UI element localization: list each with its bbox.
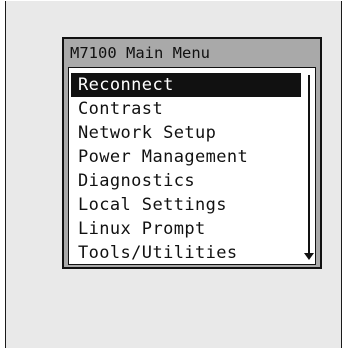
menu-list: Reconnect Contrast Network Setup Power M… [69, 73, 301, 265]
scrollbar-track [308, 75, 310, 254]
menu-item-network-setup[interactable]: Network Setup [69, 121, 301, 145]
menu-scrollbar[interactable] [304, 75, 314, 260]
menu-item-tools-utilities[interactable]: Tools/Utilities [69, 241, 301, 265]
down-arrow-icon[interactable] [304, 253, 314, 260]
menu-item-local-settings[interactable]: Local Settings [69, 193, 301, 217]
device-screen: M7100 Main Menu Reconnect Contrast Netwo… [5, 1, 342, 348]
menu-item-diagnostics[interactable]: Diagnostics [69, 169, 301, 193]
menu-item-contrast[interactable]: Contrast [69, 97, 301, 121]
menu-panel: Reconnect Contrast Network Setup Power M… [68, 67, 316, 265]
menu-item-reconnect[interactable]: Reconnect [71, 73, 301, 97]
menu-title: M7100 Main Menu [70, 44, 210, 62]
menu-item-power-management[interactable]: Power Management [69, 145, 301, 169]
menu-item-linux-prompt[interactable]: Linux Prompt [69, 217, 301, 241]
main-menu-window: M7100 Main Menu Reconnect Contrast Netwo… [62, 37, 322, 269]
